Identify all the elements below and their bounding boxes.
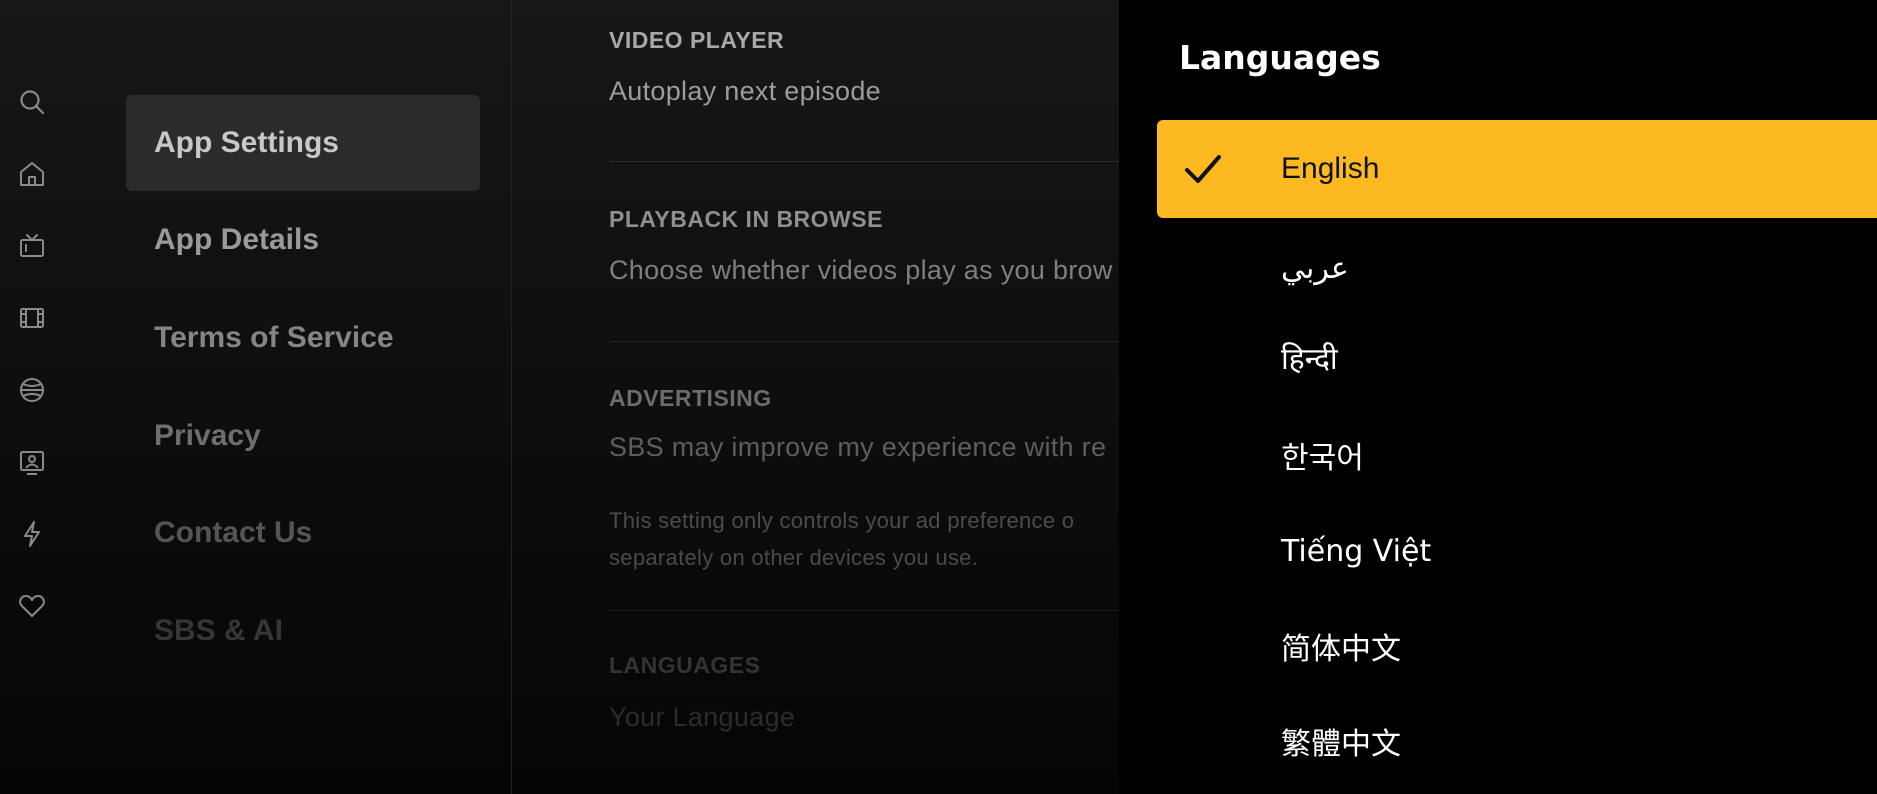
language-label: हिन्दी: [1281, 341, 1338, 377]
lightning-icon[interactable]: [16, 518, 48, 550]
setting-autoplay-next-episode[interactable]: Autoplay next episode: [609, 76, 881, 107]
language-option-hindi[interactable]: हिन्दी: [1157, 308, 1877, 406]
language-option-english[interactable]: English: [1157, 120, 1877, 218]
setting-advertising[interactable]: SBS may improve my experience with re: [609, 432, 1106, 463]
section-title-playback-in-browse: PLAYBACK IN BROWSE: [609, 206, 883, 232]
menu-item-label: App Details: [154, 223, 320, 256]
sport-icon[interactable]: [16, 374, 48, 406]
menu-item-label: App Settings: [154, 126, 339, 159]
language-label: 한국어: [1281, 441, 1364, 476]
section-divider: [609, 610, 1119, 611]
menu-item-label: Contact Us: [154, 516, 313, 549]
icon-rail: [0, 0, 64, 794]
language-option-arabic[interactable]: عربي: [1157, 219, 1877, 317]
menu-item-label: Privacy: [154, 419, 261, 452]
advertising-note-line-2: separately on other devices you use.: [609, 545, 979, 570]
language-option-vietnamese[interactable]: Tiếng Việt: [1157, 502, 1877, 600]
setting-playback-in-browse[interactable]: Choose whether videos play as you brow: [609, 255, 1113, 286]
section-title-languages: LANGUAGES: [609, 652, 761, 678]
film-icon[interactable]: [16, 302, 48, 334]
language-label: 简体中文: [1281, 632, 1401, 667]
menu-item-contact-us[interactable]: Contact Us: [126, 485, 480, 581]
heart-icon[interactable]: [16, 590, 48, 622]
menu-item-sbs-and-ai[interactable]: SBS & AI: [126, 583, 480, 679]
section-title-advertising: ADVERTISING: [609, 385, 772, 411]
app-root: App Settings App Details Terms of Servic…: [0, 0, 1877, 794]
search-icon[interactable]: [16, 86, 48, 118]
languages-panel: Languages English عربي हिन्दी 한국어 Tiếng …: [1119, 0, 1877, 794]
setting-your-language[interactable]: Your Language: [609, 702, 795, 733]
settings-content: VIDEO PLAYER Autoplay next episode PLAYB…: [609, 0, 1119, 794]
menu-item-privacy[interactable]: Privacy: [126, 388, 480, 484]
menu-item-label: SBS & AI: [154, 614, 283, 647]
column-divider: [511, 0, 512, 794]
language-option-korean[interactable]: 한국어: [1157, 406, 1877, 504]
menu-item-label: Terms of Service: [154, 321, 394, 354]
language-label: عربي: [1281, 250, 1349, 286]
menu-item-app-settings[interactable]: App Settings: [126, 95, 480, 191]
language-label: English: [1281, 152, 1380, 185]
section-divider: [609, 161, 1119, 162]
languages-panel-title: Languages: [1179, 38, 1381, 77]
language-option-simplified-chinese[interactable]: 简体中文: [1157, 597, 1877, 695]
language-label: Tiếng Việt: [1281, 533, 1432, 569]
checkmark-icon: [1185, 155, 1221, 183]
home-icon[interactable]: [16, 158, 48, 190]
presenter-icon[interactable]: [16, 446, 48, 478]
language-label: 繁體中文: [1281, 727, 1401, 762]
tv-icon[interactable]: [16, 230, 48, 262]
section-divider: [609, 341, 1119, 342]
language-option-traditional-chinese[interactable]: 繁體中文: [1157, 692, 1877, 790]
section-title-video-player: VIDEO PLAYER: [609, 27, 785, 53]
menu-item-terms-of-service[interactable]: Terms of Service: [126, 290, 480, 386]
advertising-note-line-1: This setting only controls your ad prefe…: [609, 508, 1075, 533]
menu-item-app-details[interactable]: App Details: [126, 192, 480, 288]
